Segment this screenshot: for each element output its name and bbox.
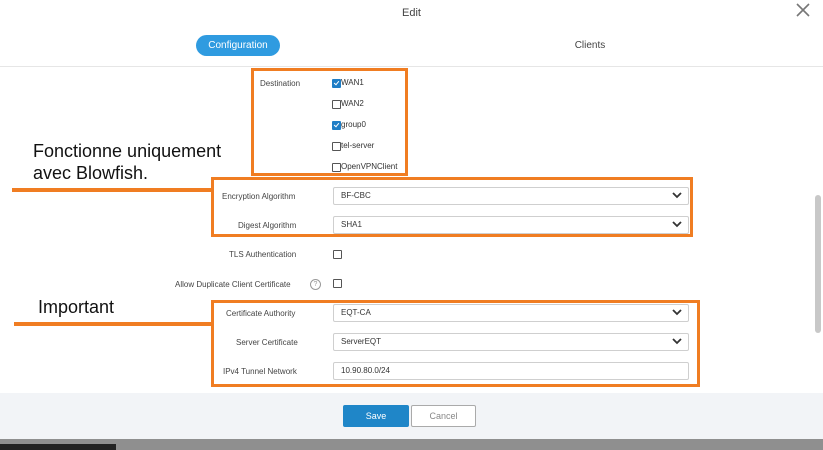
taskbar-fragment [0, 444, 116, 450]
dialog-header: Edit Configuration Clients [0, 0, 823, 67]
encryption-highlight-box [211, 177, 693, 237]
destination-highlight-box [251, 68, 408, 176]
save-button[interactable]: Save [343, 405, 409, 427]
blowfish-annotation: Fonctionne uniquement avec Blowfish. [33, 141, 222, 183]
blowfish-pointer-line [12, 188, 212, 192]
allow-duplicate-checkbox[interactable] [333, 279, 342, 288]
cancel-button[interactable]: Cancel [411, 405, 476, 427]
tls-authentication-checkbox[interactable] [333, 250, 342, 259]
scrollbar[interactable] [815, 195, 821, 333]
close-icon[interactable] [795, 2, 811, 22]
tls-authentication-label: TLS Authentication [229, 250, 297, 259]
important-pointer-line [14, 322, 212, 326]
dialog-title: Edit [402, 7, 421, 19]
important-annotation: Important [38, 297, 115, 317]
allow-duplicate-label: Allow Duplicate Client Certificate [175, 280, 291, 289]
window-bottom-bar [0, 439, 823, 450]
tab-clients[interactable]: Clients [560, 35, 620, 56]
certificates-highlight-box [211, 300, 700, 387]
tab-configuration[interactable]: Configuration [196, 35, 280, 56]
help-icon[interactable]: ? [310, 279, 321, 290]
